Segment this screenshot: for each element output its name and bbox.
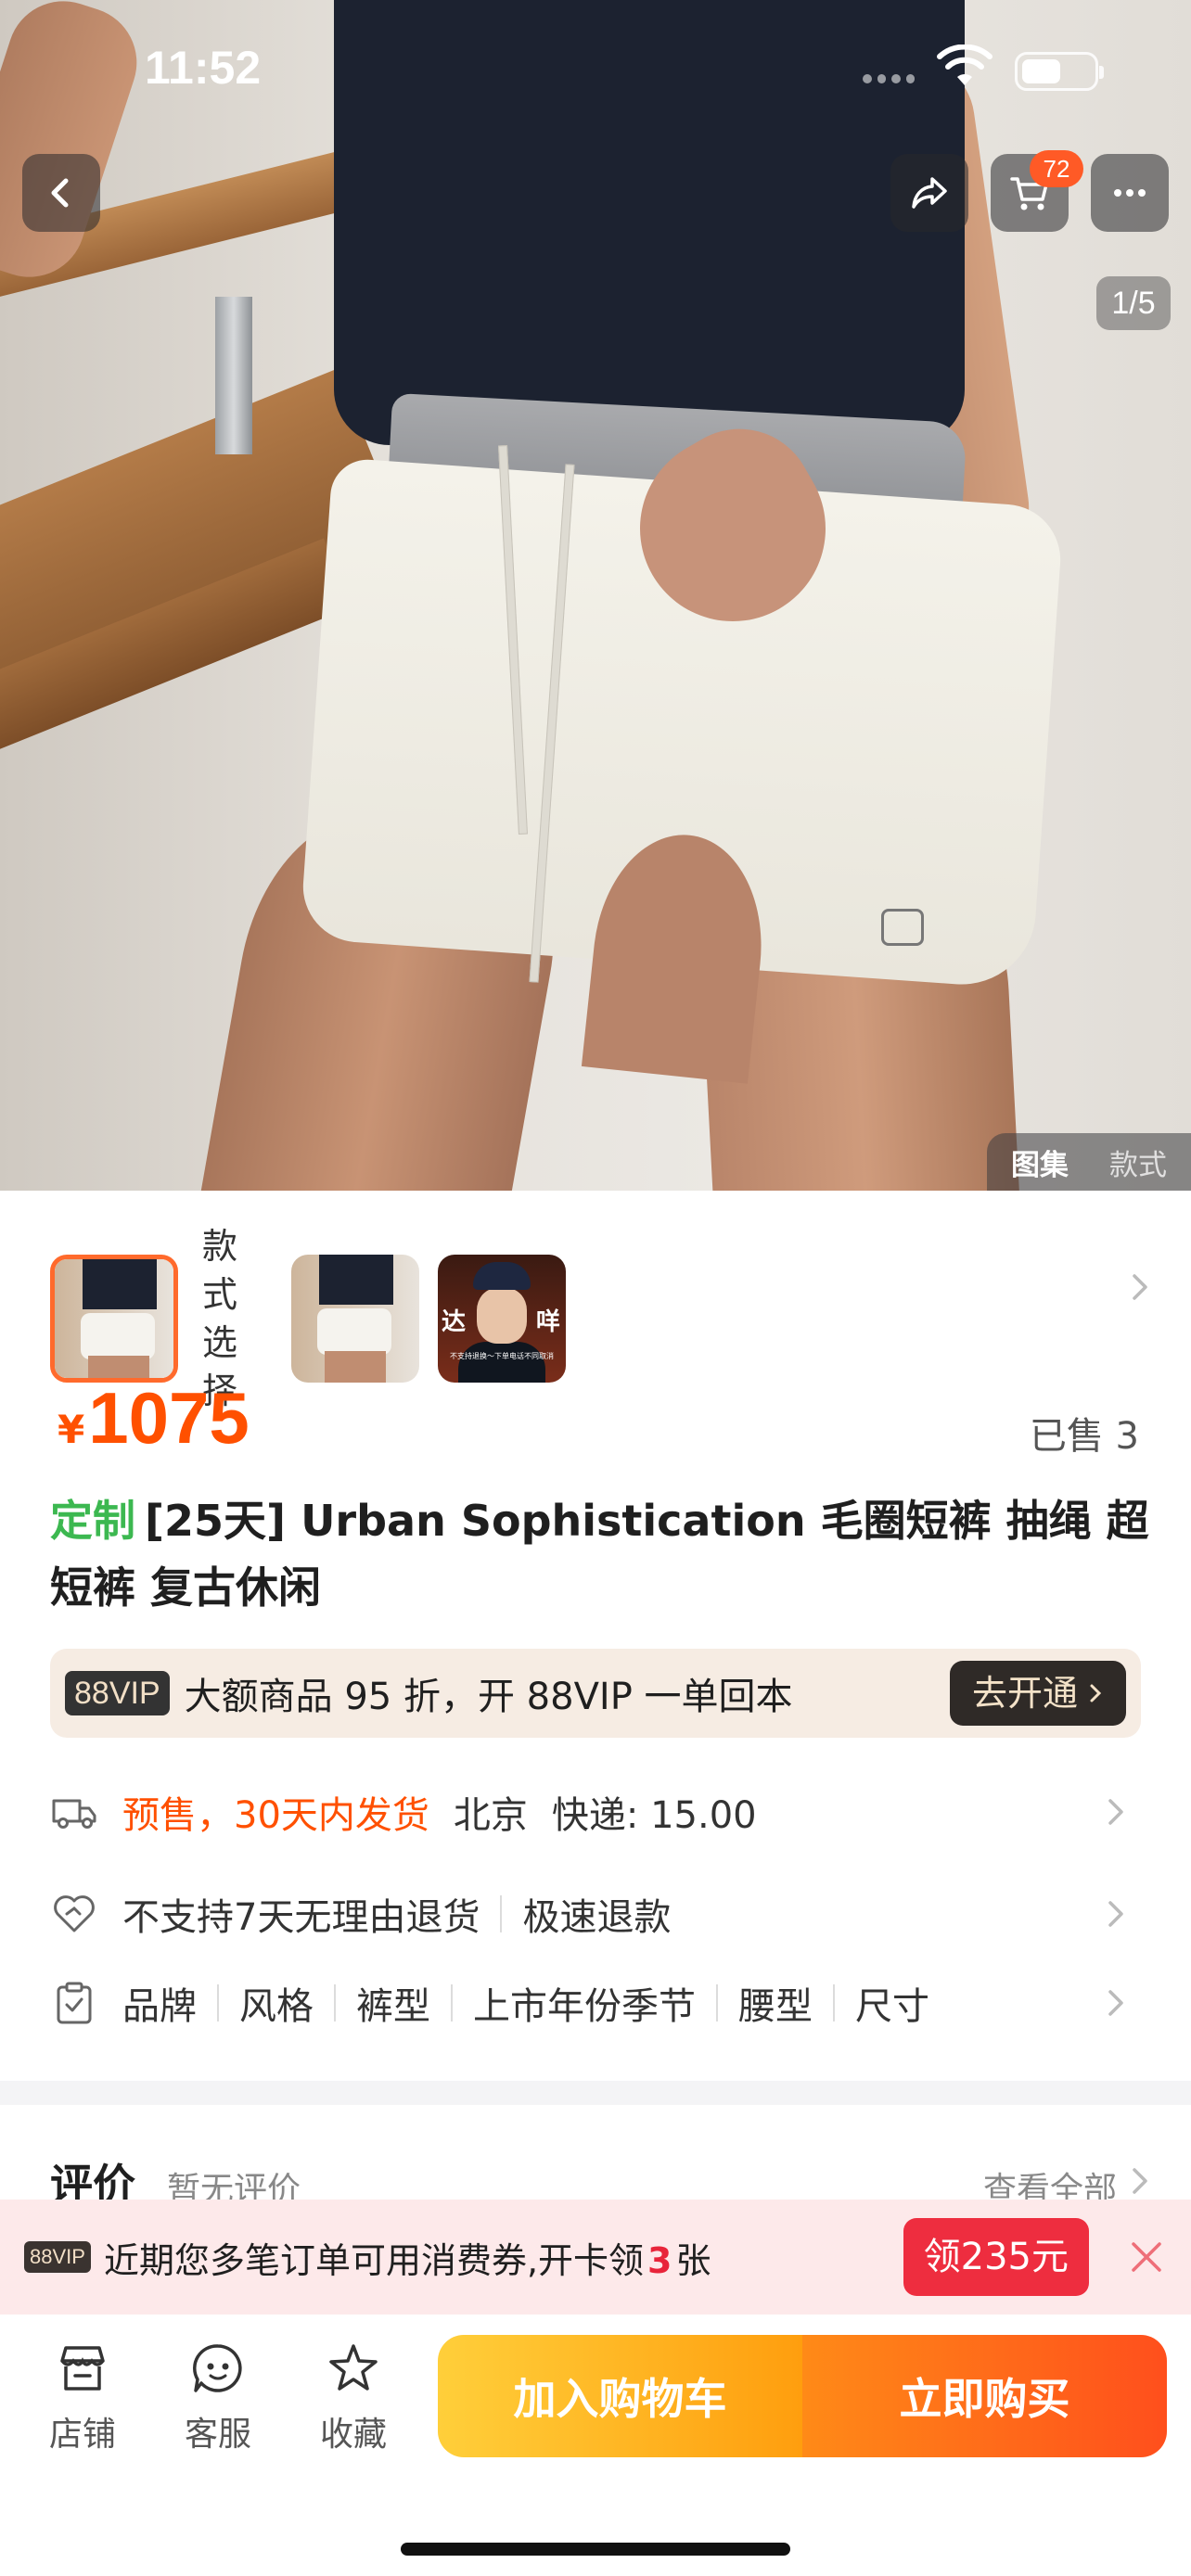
promo-text: 近期您多笔订单可用消费券,开卡领 3 张 — [104, 2232, 711, 2283]
purchase-buttons: 加入购物车 立即购买 — [438, 2335, 1167, 2457]
chevron-right-icon[interactable] — [1126, 1269, 1154, 1306]
avatar-char: 达 — [442, 1308, 467, 1336]
battery-icon — [1015, 52, 1104, 91]
chevron-right-icon — [1108, 1901, 1123, 1927]
shop-label: 店铺 — [48, 2416, 116, 2454]
status-time: 11:52 — [145, 42, 262, 94]
gallery-tabs: 图集 款式 — [987, 1133, 1191, 1191]
promo-text-prefix: 近期您多笔订单可用消费券,开卡领 — [103, 2239, 645, 2281]
fast-refund: 极速退款 — [522, 1896, 672, 1939]
more-dots-icon — [1114, 189, 1146, 197]
wifi-icon — [937, 45, 992, 85]
heart-shield-icon — [50, 1890, 98, 1938]
param-item: 裤型 — [356, 1985, 430, 2028]
ship-from-city: 北京 — [453, 1794, 528, 1837]
param-item: 上市年份季节 — [473, 1985, 696, 2028]
style-thumbnail[interactable] — [291, 1255, 419, 1383]
price-value: 1075 — [88, 1377, 250, 1459]
bottom-action-bar: 店铺 客服 收藏 加入购物车 立即购买 — [0, 2315, 1191, 2576]
claim-coupon-button[interactable]: 领235元 — [903, 2218, 1089, 2296]
vip-badge: 88VIP — [65, 1671, 170, 1715]
express-fee: 快递: 15.00 — [551, 1794, 757, 1837]
chevron-right-icon — [1108, 1990, 1123, 2016]
avatar-caption: 不支持退换～下单电话不同取消 — [450, 1352, 554, 1360]
param-item: 风格 — [239, 1985, 314, 2028]
coupon-count: 3 — [647, 2239, 672, 2281]
seller-video-thumbnail[interactable]: 达 咩 不支持退换～下单电话不同取消 — [438, 1255, 566, 1383]
vip-open-button[interactable]: 去开通 — [949, 1661, 1126, 1726]
param-item: 尺寸 — [855, 1985, 929, 2028]
cellular-signal-icon — [863, 74, 915, 85]
param-item: 品牌 — [122, 1985, 197, 2028]
truck-icon — [50, 1788, 98, 1836]
section-divider — [0, 2081, 1191, 2105]
divider — [500, 1895, 503, 1932]
star-icon — [329, 2344, 378, 2391]
promo-text-suffix: 张 — [675, 2239, 711, 2281]
tab-gallery[interactable]: 图集 — [1011, 1141, 1069, 1183]
chevron-right-icon — [1133, 2168, 1147, 2194]
service-row[interactable]: 不支持7天无理由退货 极速退款 — [50, 1877, 1141, 1951]
params-row[interactable]: 品牌 风格 裤型 上市年份季节 腰型 尺寸 — [50, 1966, 1141, 2040]
vip-banner-text: 大额商品 95 折，开 88VIP 一单回本 — [184, 1676, 793, 1718]
share-button[interactable] — [890, 154, 968, 232]
vip-banner[interactable]: 88VIP 大额商品 95 折，开 88VIP 一单回本 去开通 — [50, 1649, 1141, 1738]
image-page-counter: 1/5 — [1096, 276, 1171, 330]
product-title-text: [25天] Urban Sophistication 毛圈短裤 抽绳 超短裤 复… — [50, 1496, 1149, 1613]
custom-tag: 定制 — [50, 1496, 135, 1546]
share-icon — [912, 177, 947, 209]
rail-post — [215, 297, 252, 454]
product-image-gallery[interactable]: 11:52 72 1/5 图集 款式 — [0, 0, 1191, 1191]
avatar-char: 咩 — [535, 1308, 560, 1336]
tab-styles[interactable]: 款式 — [1109, 1141, 1167, 1183]
home-indicator[interactable] — [401, 2543, 790, 2556]
coupon-promo-bar: 88VIP 近期您多笔订单可用消费券,开卡领 3 张 领235元 — [0, 2200, 1191, 2315]
customer-service-button[interactable]: 客服 — [167, 2339, 269, 2455]
cart-button[interactable]: 72 — [991, 150, 1083, 232]
battery-level — [1022, 59, 1060, 83]
sold-count: 已售 3 — [1029, 1415, 1139, 1458]
price: ¥ 1075 — [58, 1376, 250, 1460]
no-return-policy: 不支持7天无理由退货 — [122, 1896, 480, 1939]
params-list: 品牌 风格 裤型 上市年份季节 腰型 尺寸 — [122, 1976, 929, 2030]
vip-open-label: 去开通 — [971, 1673, 1078, 1714]
vip-badge: 88VIP — [24, 2241, 91, 2273]
product-title: 定制 [25天] Urban Sophistication 毛圈短裤 抽绳 超短裤… — [50, 1487, 1154, 1621]
embroidery-logo — [881, 909, 924, 946]
shop-button[interactable]: 店铺 — [32, 2339, 134, 2455]
store-icon — [60, 2346, 105, 2391]
chevron-left-icon — [51, 178, 69, 208]
chevron-right-icon — [1090, 1684, 1102, 1702]
close-icon[interactable] — [1126, 2237, 1167, 2277]
favorite-button[interactable]: 收藏 — [302, 2339, 404, 2455]
product-info-card: 款式选择 达 咩 不支持退换～下单电话不同取消 ¥ 1075 已售 3 定制 [2… — [0, 1191, 1191, 2081]
favorite-label: 收藏 — [319, 2416, 387, 2454]
param-item: 腰型 — [738, 1985, 813, 2028]
buy-now-button[interactable]: 立即购买 — [802, 2335, 1167, 2457]
add-to-cart-button[interactable]: 加入购物车 — [438, 2335, 802, 2457]
chevron-right-icon — [1108, 1799, 1123, 1825]
cart-count-badge: 72 — [1030, 150, 1083, 187]
presale-text: 预售，30天内发货 — [122, 1794, 429, 1837]
shipping-row[interactable]: 预售，30天内发货 北京 快递: 15.00 — [50, 1775, 1141, 1849]
service-label: 客服 — [184, 2416, 251, 2454]
more-button[interactable] — [1091, 154, 1169, 232]
chat-face-icon — [193, 2344, 242, 2392]
currency-symbol: ¥ — [58, 1407, 85, 1452]
back-button[interactable] — [22, 154, 100, 232]
style-thumbnail-selected[interactable] — [50, 1255, 178, 1383]
model-top — [334, 0, 965, 445]
clipboard-icon — [50, 1979, 98, 2027]
